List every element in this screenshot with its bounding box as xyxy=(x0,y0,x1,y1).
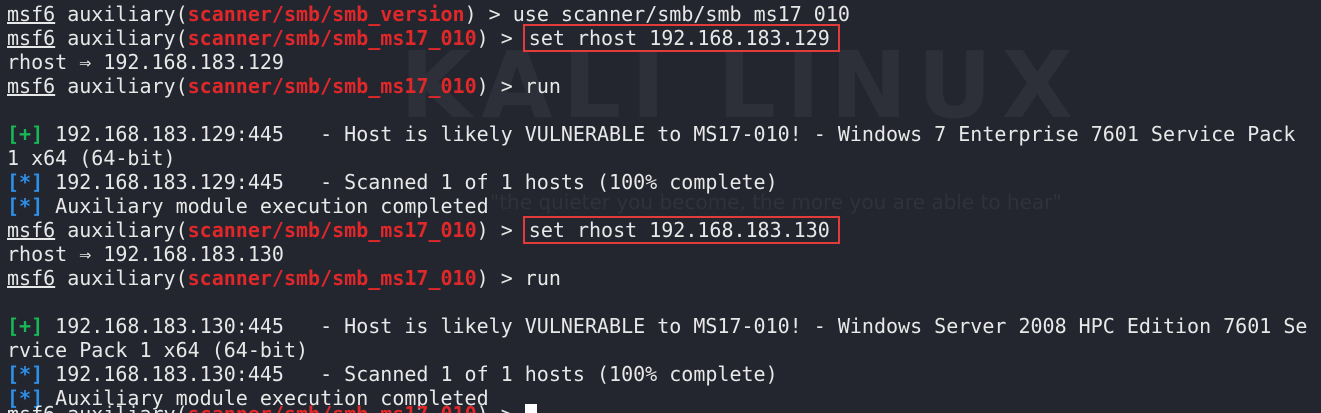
prompt-close: ) > xyxy=(476,26,525,50)
prompt-close: ) > xyxy=(464,2,513,26)
command-text: run xyxy=(524,266,561,290)
terminal-line: rhost ⇒ 192.168.183.129 xyxy=(7,50,1321,74)
terminal-window[interactable]: KALI LINUX "the quieter you become, the … xyxy=(0,0,1321,413)
rhost-echo: rhost ⇒ 192.168.183.130 xyxy=(7,242,284,266)
prompt-aux: auxiliary( xyxy=(55,402,187,413)
terminal-current-line[interactable]: msf6 auxiliary(scanner/smb/smb_ms17_010)… xyxy=(7,402,1321,413)
highlight-box-command: set rhost 192.168.183.130 xyxy=(522,216,840,244)
prompt-msf6: msf6 xyxy=(7,266,56,290)
terminal-line: msf6 auxiliary(scanner/smb/smb_ms17_010)… xyxy=(7,74,1321,98)
command-text: use scanner/smb/smb_ms17_010 xyxy=(512,2,850,26)
prompt-aux: auxiliary( xyxy=(55,2,188,26)
prompt-aux: auxiliary( xyxy=(55,74,188,98)
prompt-aux: auxiliary( xyxy=(55,218,188,242)
prompt-module: scanner/smb/smb_ms17_010 xyxy=(187,218,477,242)
result-text: 192.168.183.130:445 - Host is likely VUL… xyxy=(43,314,1308,338)
info-tag: [*] xyxy=(7,170,44,194)
terminal-line: 1 x64 (64-bit) xyxy=(7,146,1321,170)
result-text: 192.168.183.129:445 - Scanned 1 of 1 hos… xyxy=(43,170,778,194)
result-text: 192.168.183.130:445 - Scanned 1 of 1 hos… xyxy=(43,362,778,386)
prompt-close: ) > xyxy=(476,74,525,98)
prompt-msf6: msf6 xyxy=(7,26,56,50)
prompt-aux: auxiliary( xyxy=(55,26,188,50)
prompt-msf6: msf6 xyxy=(7,74,56,98)
prompt-module: scanner/smb/smb_ms17_010 xyxy=(188,402,477,413)
prompt-module: scanner/smb/smb_ms17_010 xyxy=(187,266,477,290)
result-text: Auxiliary module execution completed xyxy=(43,194,489,218)
prompt-msf6: msf6 xyxy=(7,2,56,26)
terminal-line: [*] Auxiliary module execution completed xyxy=(7,194,1321,218)
prompt-close: ) > xyxy=(476,218,525,242)
prompt-close: ) > xyxy=(477,402,525,413)
result-text-wrap: rvice Pack 1 x64 (64-bit) xyxy=(7,338,309,362)
prompt-module: scanner/smb/smb_version xyxy=(187,2,465,26)
result-text: 192.168.183.129:445 - Host is likely VUL… xyxy=(43,122,1296,146)
success-tag: [+] xyxy=(7,314,44,338)
terminal-line: msf6 auxiliary(scanner/smb/smb_version) … xyxy=(7,2,1321,26)
success-tag: [+] xyxy=(7,122,44,146)
terminal-line: msf6 auxiliary(scanner/smb/smb_ms17_010)… xyxy=(7,24,1321,52)
prompt-module: scanner/smb/smb_ms17_010 xyxy=(187,74,477,98)
terminal-line: rvice Pack 1 x64 (64-bit) xyxy=(7,338,1321,362)
terminal-line: rhost ⇒ 192.168.183.130 xyxy=(7,242,1321,266)
highlight-box-command: set rhost 192.168.183.129 xyxy=(522,24,840,52)
prompt-msf6: msf6 xyxy=(7,402,55,413)
info-tag: [*] xyxy=(7,194,44,218)
cursor-block xyxy=(524,404,537,413)
prompt-module: scanner/smb/smb_ms17_010 xyxy=(187,26,477,50)
terminal-line: [+] 192.168.183.130:445 - Host is likely… xyxy=(7,314,1321,338)
prompt-msf6: msf6 xyxy=(7,218,56,242)
prompt-aux: auxiliary( xyxy=(55,266,188,290)
rhost-echo: rhost ⇒ 192.168.183.129 xyxy=(7,50,284,74)
terminal-line: [+] 192.168.183.129:445 - Host is likely… xyxy=(7,122,1321,146)
command-text: run xyxy=(524,74,561,98)
terminal-line: [*] 192.168.183.130:445 - Scanned 1 of 1… xyxy=(7,362,1321,386)
terminal-line: msf6 auxiliary(scanner/smb/smb_ms17_010)… xyxy=(7,266,1321,290)
terminal-output: msf6 auxiliary(scanner/smb/smb_version) … xyxy=(7,2,1321,413)
terminal-line: msf6 auxiliary(scanner/smb/smb_ms17_010)… xyxy=(7,216,1321,244)
prompt-close: ) > xyxy=(476,266,525,290)
result-text-wrap: 1 x64 (64-bit) xyxy=(7,146,176,170)
info-tag: [*] xyxy=(7,362,44,386)
terminal-line: [*] 192.168.183.129:445 - Scanned 1 of 1… xyxy=(7,170,1321,194)
